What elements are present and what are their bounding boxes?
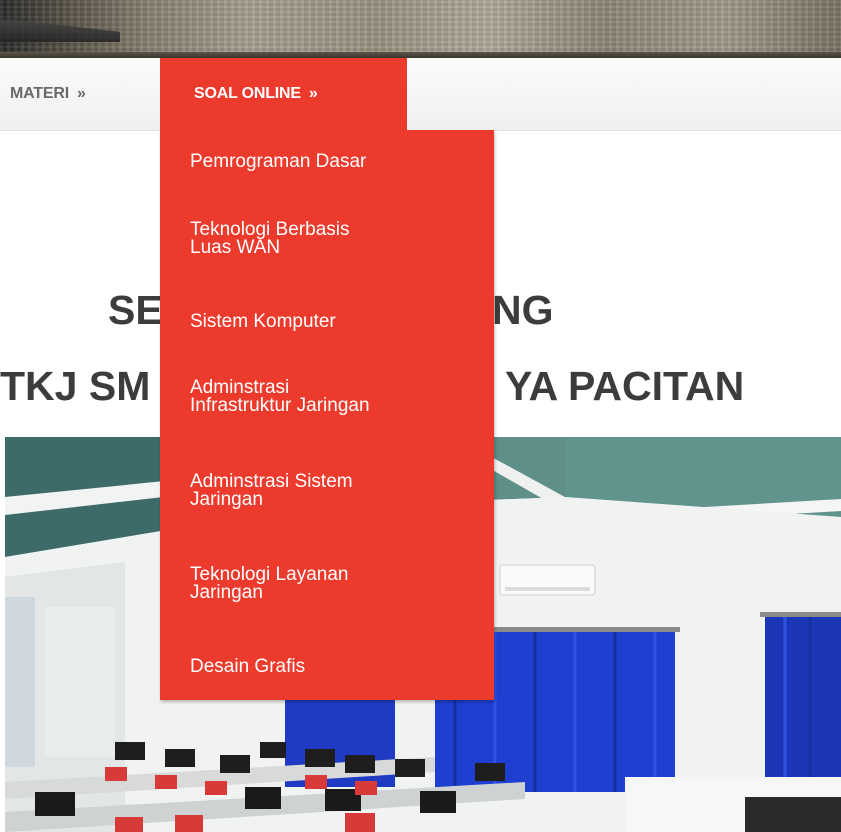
dropdown-item-teknologi-layanan-jaringan[interactable]: Teknologi Layanan Jaringan: [190, 565, 480, 603]
dropdown-item-pemrograman-dasar[interactable]: Pemrograman Dasar: [190, 151, 480, 172]
dropdown-item-teknologi-berbasis-luas-wan[interactable]: Teknologi Berbasis Luas WAN: [190, 220, 480, 258]
dropdown-item-adminstrasi-sistem-jaringan[interactable]: Adminstrasi Sistem Jaringan: [190, 472, 480, 510]
dropdown-item-label: Pemrograman Dasar: [190, 151, 367, 172]
dropdown-item-label: Desain Grafis: [190, 656, 306, 677]
header-banner-image: [0, 0, 841, 58]
soal-online-dropdown-menu: Pemrograman Dasar Teknologi Berbasis Lua…: [160, 130, 494, 700]
main-navigation: MATERI » SOAL ONLINE »: [0, 58, 841, 131]
page-title-line1-right: NG: [492, 287, 554, 333]
nav-item-materi[interactable]: MATERI »: [10, 58, 86, 130]
banner-rail-decoration: [0, 18, 120, 42]
nav-item-materi-arrow-icon: »: [76, 85, 86, 102]
nav-item-soal-online-label: SOAL ONLINE: [194, 85, 301, 102]
nav-item-soal-online-arrow-icon: »: [308, 85, 318, 102]
dropdown-item-desain-grafis[interactable]: Desain Grafis: [190, 656, 480, 677]
page: MATERI » SOAL ONLINE » SE NG TKJ SM YA PAC…: [0, 0, 841, 832]
dropdown-item-label-line2: Jaringan: [190, 582, 263, 603]
nav-item-materi-label: MATERI: [10, 85, 69, 102]
page-title-line2-left: TKJ SM: [0, 363, 151, 409]
dropdown-item-label-line2: Infrastruktur Jaringan: [190, 395, 370, 416]
dropdown-item-sistem-komputer[interactable]: Sistem Komputer: [190, 311, 480, 332]
dropdown-item-label: Sistem Komputer: [190, 311, 336, 332]
dropdown-item-adminstrasi-infrastruktur-jaringan[interactable]: Adminstrasi Infrastruktur Jaringan: [190, 378, 480, 416]
dropdown-item-label-line2: Jaringan: [190, 489, 263, 510]
page-title-line1-left: SE: [108, 287, 163, 333]
dropdown-item-label-line2: Luas WAN: [190, 237, 281, 258]
page-title-line2-right: YA PACITAN: [505, 363, 745, 409]
nav-item-soal-online[interactable]: SOAL ONLINE »: [160, 58, 407, 130]
